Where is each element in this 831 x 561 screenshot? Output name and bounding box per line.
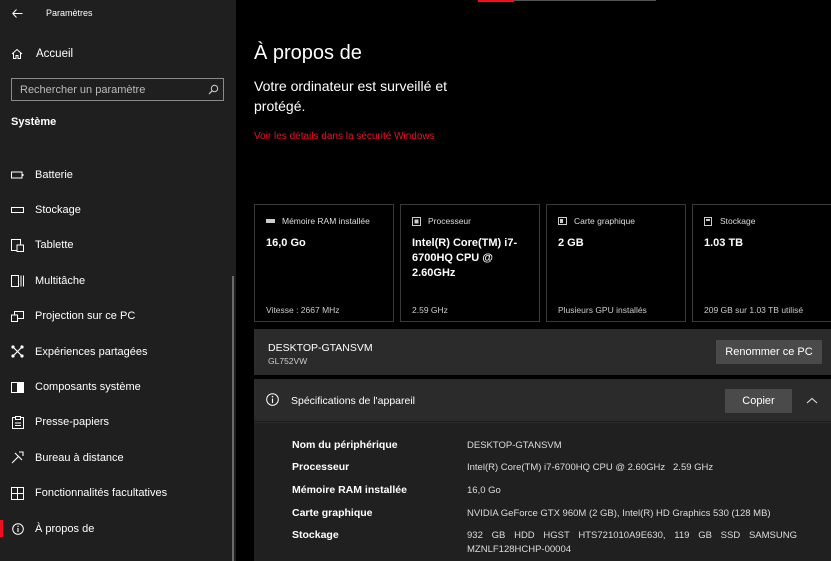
spec-row-ram: Mémoire RAM installée 16,0 Go: [292, 484, 501, 496]
storage-card: Stockage 1.03 TB 209 GB sur 1.03 TB util…: [692, 204, 831, 322]
ram-icon: [266, 217, 275, 226]
tablet-icon: [11, 238, 24, 252]
device-model: GL752VW: [268, 356, 308, 366]
sidebar-item-system-components[interactable]: Composants système: [0, 369, 232, 404]
remote-desktop-icon: [11, 451, 24, 464]
device-name-bar: DESKTOP-GTANSVM GL752VW Renommer ce PC: [254, 329, 831, 375]
copy-button[interactable]: Copier: [725, 389, 792, 413]
disk-icon: [704, 216, 713, 226]
cpu-speed: 2.59 GHz: [412, 305, 448, 315]
sidebar-scrollbar[interactable]: [232, 276, 234, 561]
rename-pc-button[interactable]: Renommer ce PC: [716, 340, 822, 364]
sidebar-item-multitask[interactable]: Multitâche: [0, 263, 232, 298]
sidebar-item-about[interactable]: À propos de: [0, 511, 232, 546]
ram-speed: Vitesse : 2667 MHz: [266, 305, 340, 315]
title-bar: Paramètres: [0, 0, 236, 26]
sidebar-nav: Batterie Stockage Tablette Multitâche Pr…: [0, 157, 232, 546]
top-divider-line: [514, 0, 656, 1]
multitask-icon: [11, 274, 24, 287]
spec-row-storage: Stockage 932 GB HDD HGST HTS721010A9E630…: [292, 529, 797, 555]
spec-row-graphics: Carte graphique NVIDIA GeForce GTX 960M …: [292, 507, 771, 519]
device-specifications: Spécifications de l'appareil Copier Nom …: [254, 379, 831, 561]
cpu-icon: [412, 216, 421, 226]
cpu-card: Processeur Intel(R) Core(TM) i7-6700HQ C…: [400, 204, 540, 322]
sidebar-item-remote-desktop[interactable]: Bureau à distance: [0, 440, 232, 475]
section-title: Système: [11, 116, 57, 128]
sidebar-item-projection[interactable]: Projection sur ce PC: [0, 299, 232, 334]
info-icon: [11, 522, 24, 535]
sidebar-item-tablet[interactable]: Tablette: [0, 228, 232, 263]
protection-status-text: Votre ordinateur est surveillé et protég…: [254, 78, 447, 114]
ram-value: 16,0 Go: [266, 237, 306, 249]
ram-card: Mémoire RAM installée 16,0 Go Vitesse : …: [254, 204, 394, 322]
home-icon: [11, 48, 23, 59]
sidebar: Paramètres Accueil Système Batterie Stoc…: [0, 0, 236, 561]
sidebar-item-battery[interactable]: Batterie: [0, 157, 232, 192]
specs-title: Spécifications de l'appareil: [291, 395, 415, 407]
gpu-card: Carte graphique 2 GB Plusieurs GPU insta…: [546, 204, 686, 322]
device-name: DESKTOP-GTANSVM: [268, 342, 373, 354]
windows-security-link[interactable]: Voir les détails dans la sécurité Window…: [254, 131, 435, 142]
specs-header[interactable]: Spécifications de l'appareil Copier: [254, 379, 831, 422]
app-title: Paramètres: [46, 8, 93, 18]
sidebar-item-shared-experiences[interactable]: Expériences partagées: [0, 334, 232, 369]
gpu-note: Plusieurs GPU installés: [558, 305, 647, 315]
sidebar-item-optional-features[interactable]: Fonctionnalités facultatives: [0, 476, 232, 511]
back-arrow-icon: [11, 8, 22, 18]
cpu-value: Intel(R) Core(TM) i7-6700HQ CPU @ 2.60GH…: [412, 237, 518, 279]
clipboard-icon: [11, 415, 24, 429]
home-label: Accueil: [36, 48, 74, 60]
summary-cards: Mémoire RAM installée 16,0 Go Vitesse : …: [254, 204, 831, 322]
top-accent-line: [478, 0, 514, 2]
storage-icon: [11, 204, 24, 217]
main-content: À propos de Votre ordinateur est surveil…: [236, 0, 831, 561]
back-button[interactable]: [0, 0, 34, 26]
search-input[interactable]: [12, 79, 203, 100]
battery-icon: [11, 168, 24, 181]
gpu-icon: [558, 217, 567, 226]
shared-icon: [11, 345, 24, 358]
search-icon[interactable]: [203, 84, 223, 95]
sidebar-item-clipboard[interactable]: Presse-papiers: [0, 405, 232, 440]
storage-value: 1.03 TB: [704, 237, 744, 249]
storage-usage: 209 GB sur 1.03 TB utilisé: [704, 305, 804, 315]
spec-row-processor: Processeur Intel(R) Core(TM) i7-6700HQ C…: [292, 461, 714, 473]
search-box[interactable]: [11, 78, 224, 101]
spec-row-device-name: Nom du périphérique DESKTOP-GTANSVM: [292, 439, 562, 451]
components-icon: [11, 381, 24, 394]
specs-body: Nom du périphérique DESKTOP-GTANSVM Proc…: [254, 423, 831, 561]
sidebar-item-storage[interactable]: Stockage: [0, 192, 232, 227]
chevron-up-icon[interactable]: [805, 394, 819, 406]
page-title: À propos de: [254, 42, 362, 64]
info-icon: [266, 393, 279, 406]
gpu-value: 2 GB: [558, 237, 584, 249]
projection-icon: [11, 310, 24, 323]
home-nav-item[interactable]: Accueil: [0, 42, 236, 66]
optional-features-icon: [11, 486, 24, 500]
